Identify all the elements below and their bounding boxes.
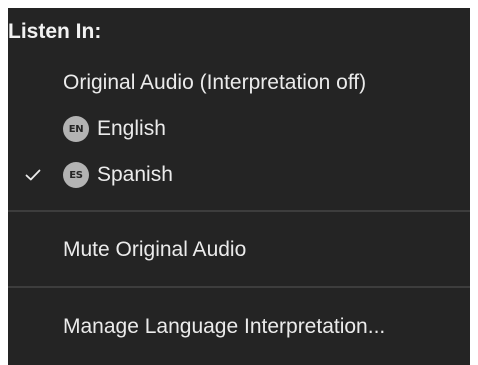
checkmark-icon (25, 152, 41, 198)
menu-item-english[interactable]: EN English (8, 106, 470, 152)
menu-item-label: English (97, 117, 166, 140)
manage-language-interpretation-item[interactable]: Manage Language Interpretation... (8, 304, 470, 350)
menu-item-label: Manage Language Interpretation... (63, 315, 386, 338)
mute-original-audio-item[interactable]: Mute Original Audio (8, 227, 470, 273)
menu-item-label: Spanish (97, 163, 173, 186)
listen-in-menu: Listen In: Original Audio (Interpretatio… (8, 8, 470, 365)
menu-divider (8, 286, 470, 288)
menu-item-label: Original Audio (Interpretation off) (63, 71, 367, 94)
spanish-language-badge: ES (63, 162, 89, 188)
menu-divider (8, 210, 470, 212)
english-language-badge: EN (63, 116, 89, 142)
menu-item-spanish[interactable]: ES Spanish (8, 152, 470, 198)
menu-item-original-audio[interactable]: Original Audio (Interpretation off) (8, 60, 470, 106)
menu-item-label: Mute Original Audio (63, 238, 247, 261)
menu-header: Listen In: (8, 20, 102, 43)
